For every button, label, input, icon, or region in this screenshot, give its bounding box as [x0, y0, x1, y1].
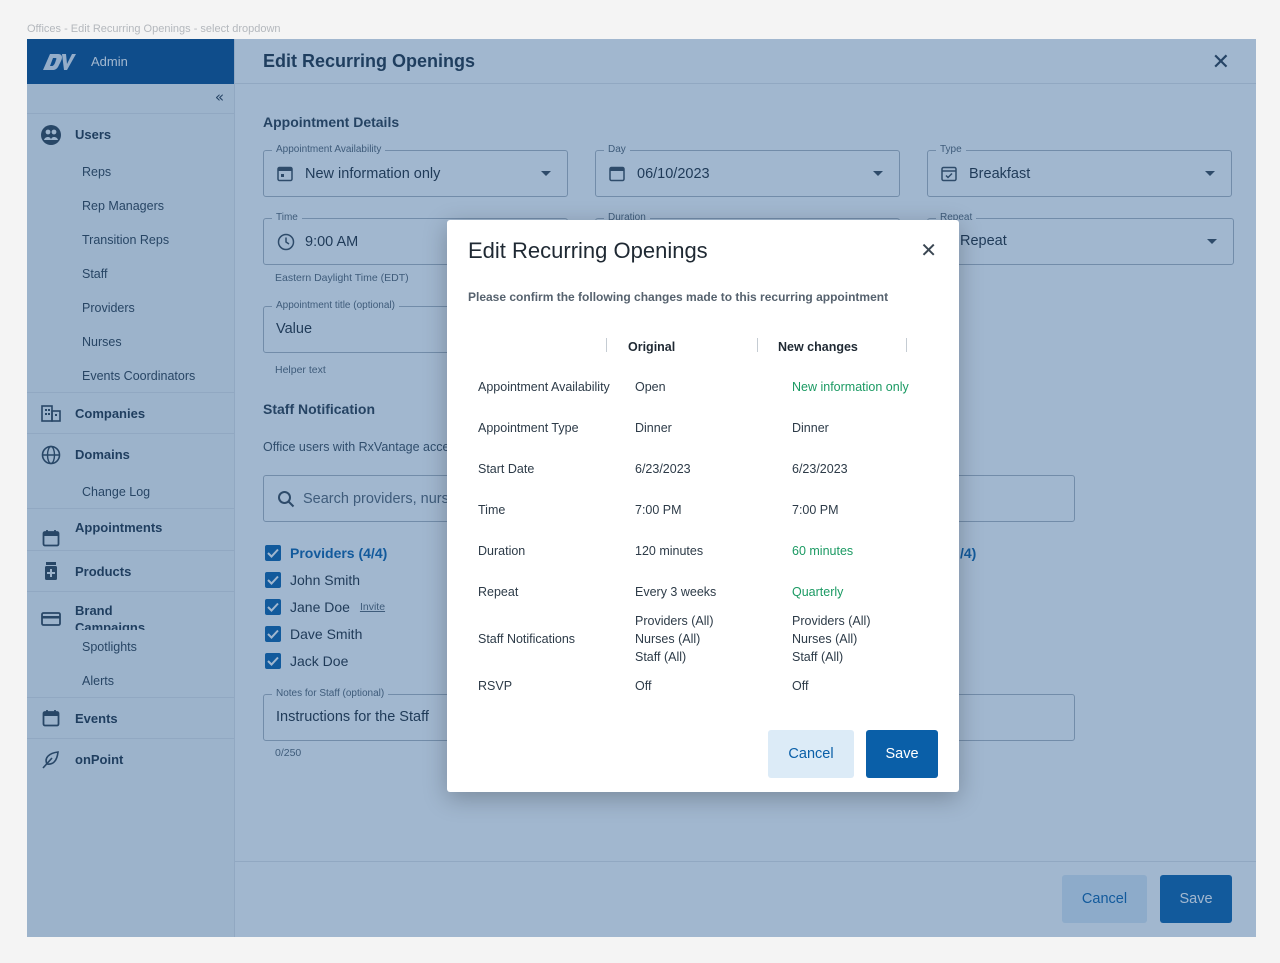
- row-label: Appointment Type: [478, 421, 579, 435]
- row-label: RSVP: [478, 679, 513, 693]
- row-original: Nurses (All): [635, 632, 701, 646]
- row-original: 7:00 PM: [635, 503, 682, 517]
- row-new-changed: New information only: [792, 380, 909, 394]
- row-original: Off: [635, 679, 652, 693]
- row-original: Open: [635, 380, 666, 394]
- column-divider: [757, 338, 758, 352]
- row-new: Dinner: [792, 421, 829, 435]
- row-new: Providers (All): [792, 614, 871, 628]
- column-header-new: New changes: [778, 340, 858, 354]
- row-new: Off: [792, 679, 809, 693]
- row-new: 6/23/2023: [792, 462, 848, 476]
- dialog-subtitle: Please confirm the following changes mad…: [468, 290, 889, 304]
- row-original: Providers (All): [635, 614, 714, 628]
- row-original: 6/23/2023: [635, 462, 691, 476]
- row-new-changed: 60 minutes: [792, 544, 854, 558]
- row-new: Nurses (All): [792, 632, 858, 646]
- dialog-title: Edit Recurring Openings: [468, 238, 708, 263]
- dialog-save-button[interactable]: Save: [866, 730, 938, 778]
- row-label: Appointment Availability: [478, 380, 610, 394]
- row-new-changed: Quarterly: [792, 585, 844, 599]
- row-original: Staff (All): [635, 650, 687, 664]
- row-new: 7:00 PM: [792, 503, 839, 517]
- row-label: Staff Notifications: [478, 632, 576, 646]
- row-new: Staff (All): [792, 650, 844, 664]
- row-label: Duration: [478, 544, 526, 558]
- frame-label: Offices - Edit Recurring Openings - sele…: [27, 23, 281, 35]
- row-original: Every 3 weeks: [635, 585, 717, 599]
- row-label: Start Date: [478, 462, 535, 476]
- column-divider: [906, 338, 907, 352]
- row-label: Repeat: [478, 585, 519, 599]
- row-original: Dinner: [635, 421, 672, 435]
- row-label: Time: [478, 503, 506, 517]
- column-divider: [606, 338, 607, 352]
- row-original: 120 minutes: [635, 544, 704, 558]
- dialog-cancel-button[interactable]: Cancel: [768, 730, 854, 778]
- close-icon[interactable]: ✕: [920, 238, 937, 262]
- column-header-original: Original: [628, 340, 676, 354]
- confirm-dialog: Edit Recurring Openings ✕ Please confirm…: [447, 220, 959, 792]
